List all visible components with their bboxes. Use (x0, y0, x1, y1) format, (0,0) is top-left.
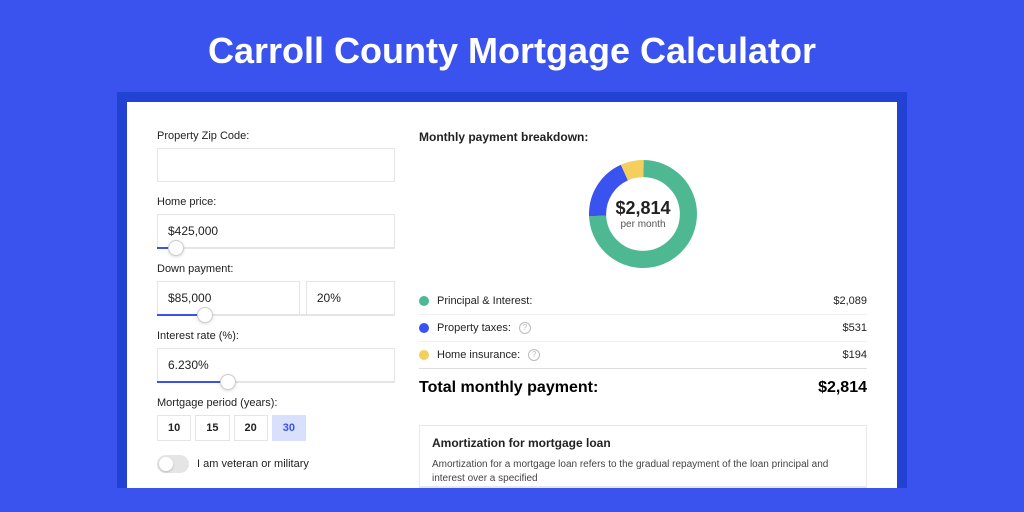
period-options: 10152030 (157, 415, 395, 441)
breakdown-total-row: Total monthly payment: $2,814 (419, 368, 867, 411)
page-title: Carroll County Mortgage Calculator (0, 0, 1024, 92)
period-option-30[interactable]: 30 (272, 415, 306, 441)
breakdown-row: Property taxes:? $531 (419, 314, 867, 341)
zip-input[interactable] (157, 148, 395, 182)
donut-subtext: per month (615, 219, 670, 230)
period-option-15[interactable]: 15 (195, 415, 229, 441)
breakdown-row-left: Home insurance:? (419, 349, 540, 361)
price-slider-thumb[interactable] (168, 240, 184, 256)
total-value: $2,814 (818, 379, 867, 397)
price-slider[interactable] (157, 247, 395, 249)
amort-text: Amortization for a mortgage loan refers … (432, 458, 854, 486)
veteran-toggle[interactable] (157, 455, 189, 473)
card-container: Property Zip Code: Home price: Down paym… (117, 92, 907, 488)
calculator-card: Property Zip Code: Home price: Down paym… (127, 102, 897, 488)
form-panel: Property Zip Code: Home price: Down paym… (157, 130, 395, 488)
period-option-10[interactable]: 10 (157, 415, 191, 441)
zip-label: Property Zip Code: (157, 130, 395, 142)
breakdown-row-left: Property taxes:? (419, 322, 531, 334)
breakdown-panel: Monthly payment breakdown: $2,814 per mo… (419, 130, 867, 488)
legend-dot (419, 323, 429, 333)
down-slider-thumb[interactable] (197, 307, 213, 323)
breakdown-row: Principal & Interest: $2,089 (419, 288, 867, 314)
donut-chart: $2,814 per month (419, 154, 867, 274)
legend-dot (419, 350, 429, 360)
price-input[interactable] (157, 214, 395, 248)
breakdown-row-left: Principal & Interest: (419, 295, 532, 307)
toggle-knob (159, 457, 173, 471)
price-label: Home price: (157, 196, 395, 208)
breakdown-row: Home insurance:? $194 (419, 341, 867, 368)
breakdown-row-label: Property taxes: (437, 322, 511, 334)
period-field: Mortgage period (years): 10152030 (157, 397, 395, 441)
down-amount-input[interactable] (157, 281, 300, 315)
rate-field: Interest rate (%): (157, 330, 395, 383)
breakdown-row-value: $2,089 (833, 295, 867, 307)
help-icon[interactable]: ? (519, 322, 531, 334)
down-slider[interactable] (157, 314, 395, 316)
total-label: Total monthly payment: (419, 379, 598, 397)
veteran-row: I am veteran or military (157, 455, 395, 473)
breakdown-row-value: $531 (843, 322, 867, 334)
period-label: Mortgage period (years): (157, 397, 395, 409)
down-label: Down payment: (157, 263, 395, 275)
down-field: Down payment: (157, 263, 395, 316)
breakdown-row-label: Principal & Interest: (437, 295, 532, 307)
rate-slider-thumb[interactable] (220, 374, 236, 390)
rate-slider[interactable] (157, 381, 395, 383)
rate-label: Interest rate (%): (157, 330, 395, 342)
amort-title: Amortization for mortgage loan (432, 436, 854, 450)
price-field: Home price: (157, 196, 395, 249)
amortization-section: Amortization for mortgage loan Amortizat… (419, 425, 867, 487)
breakdown-title: Monthly payment breakdown: (419, 130, 867, 144)
period-option-20[interactable]: 20 (234, 415, 268, 441)
donut-amount: $2,814 (615, 198, 670, 219)
down-percent-input[interactable] (306, 281, 395, 315)
donut-center: $2,814 per month (615, 198, 670, 230)
breakdown-row-value: $194 (843, 349, 867, 361)
breakdown-row-label: Home insurance: (437, 349, 520, 361)
breakdown-rows: Principal & Interest: $2,089 Property taxe… (419, 288, 867, 368)
legend-dot (419, 296, 429, 306)
zip-field: Property Zip Code: (157, 130, 395, 182)
rate-input[interactable] (157, 348, 395, 382)
help-icon[interactable]: ? (528, 349, 540, 361)
veteran-label: I am veteran or military (197, 458, 309, 470)
